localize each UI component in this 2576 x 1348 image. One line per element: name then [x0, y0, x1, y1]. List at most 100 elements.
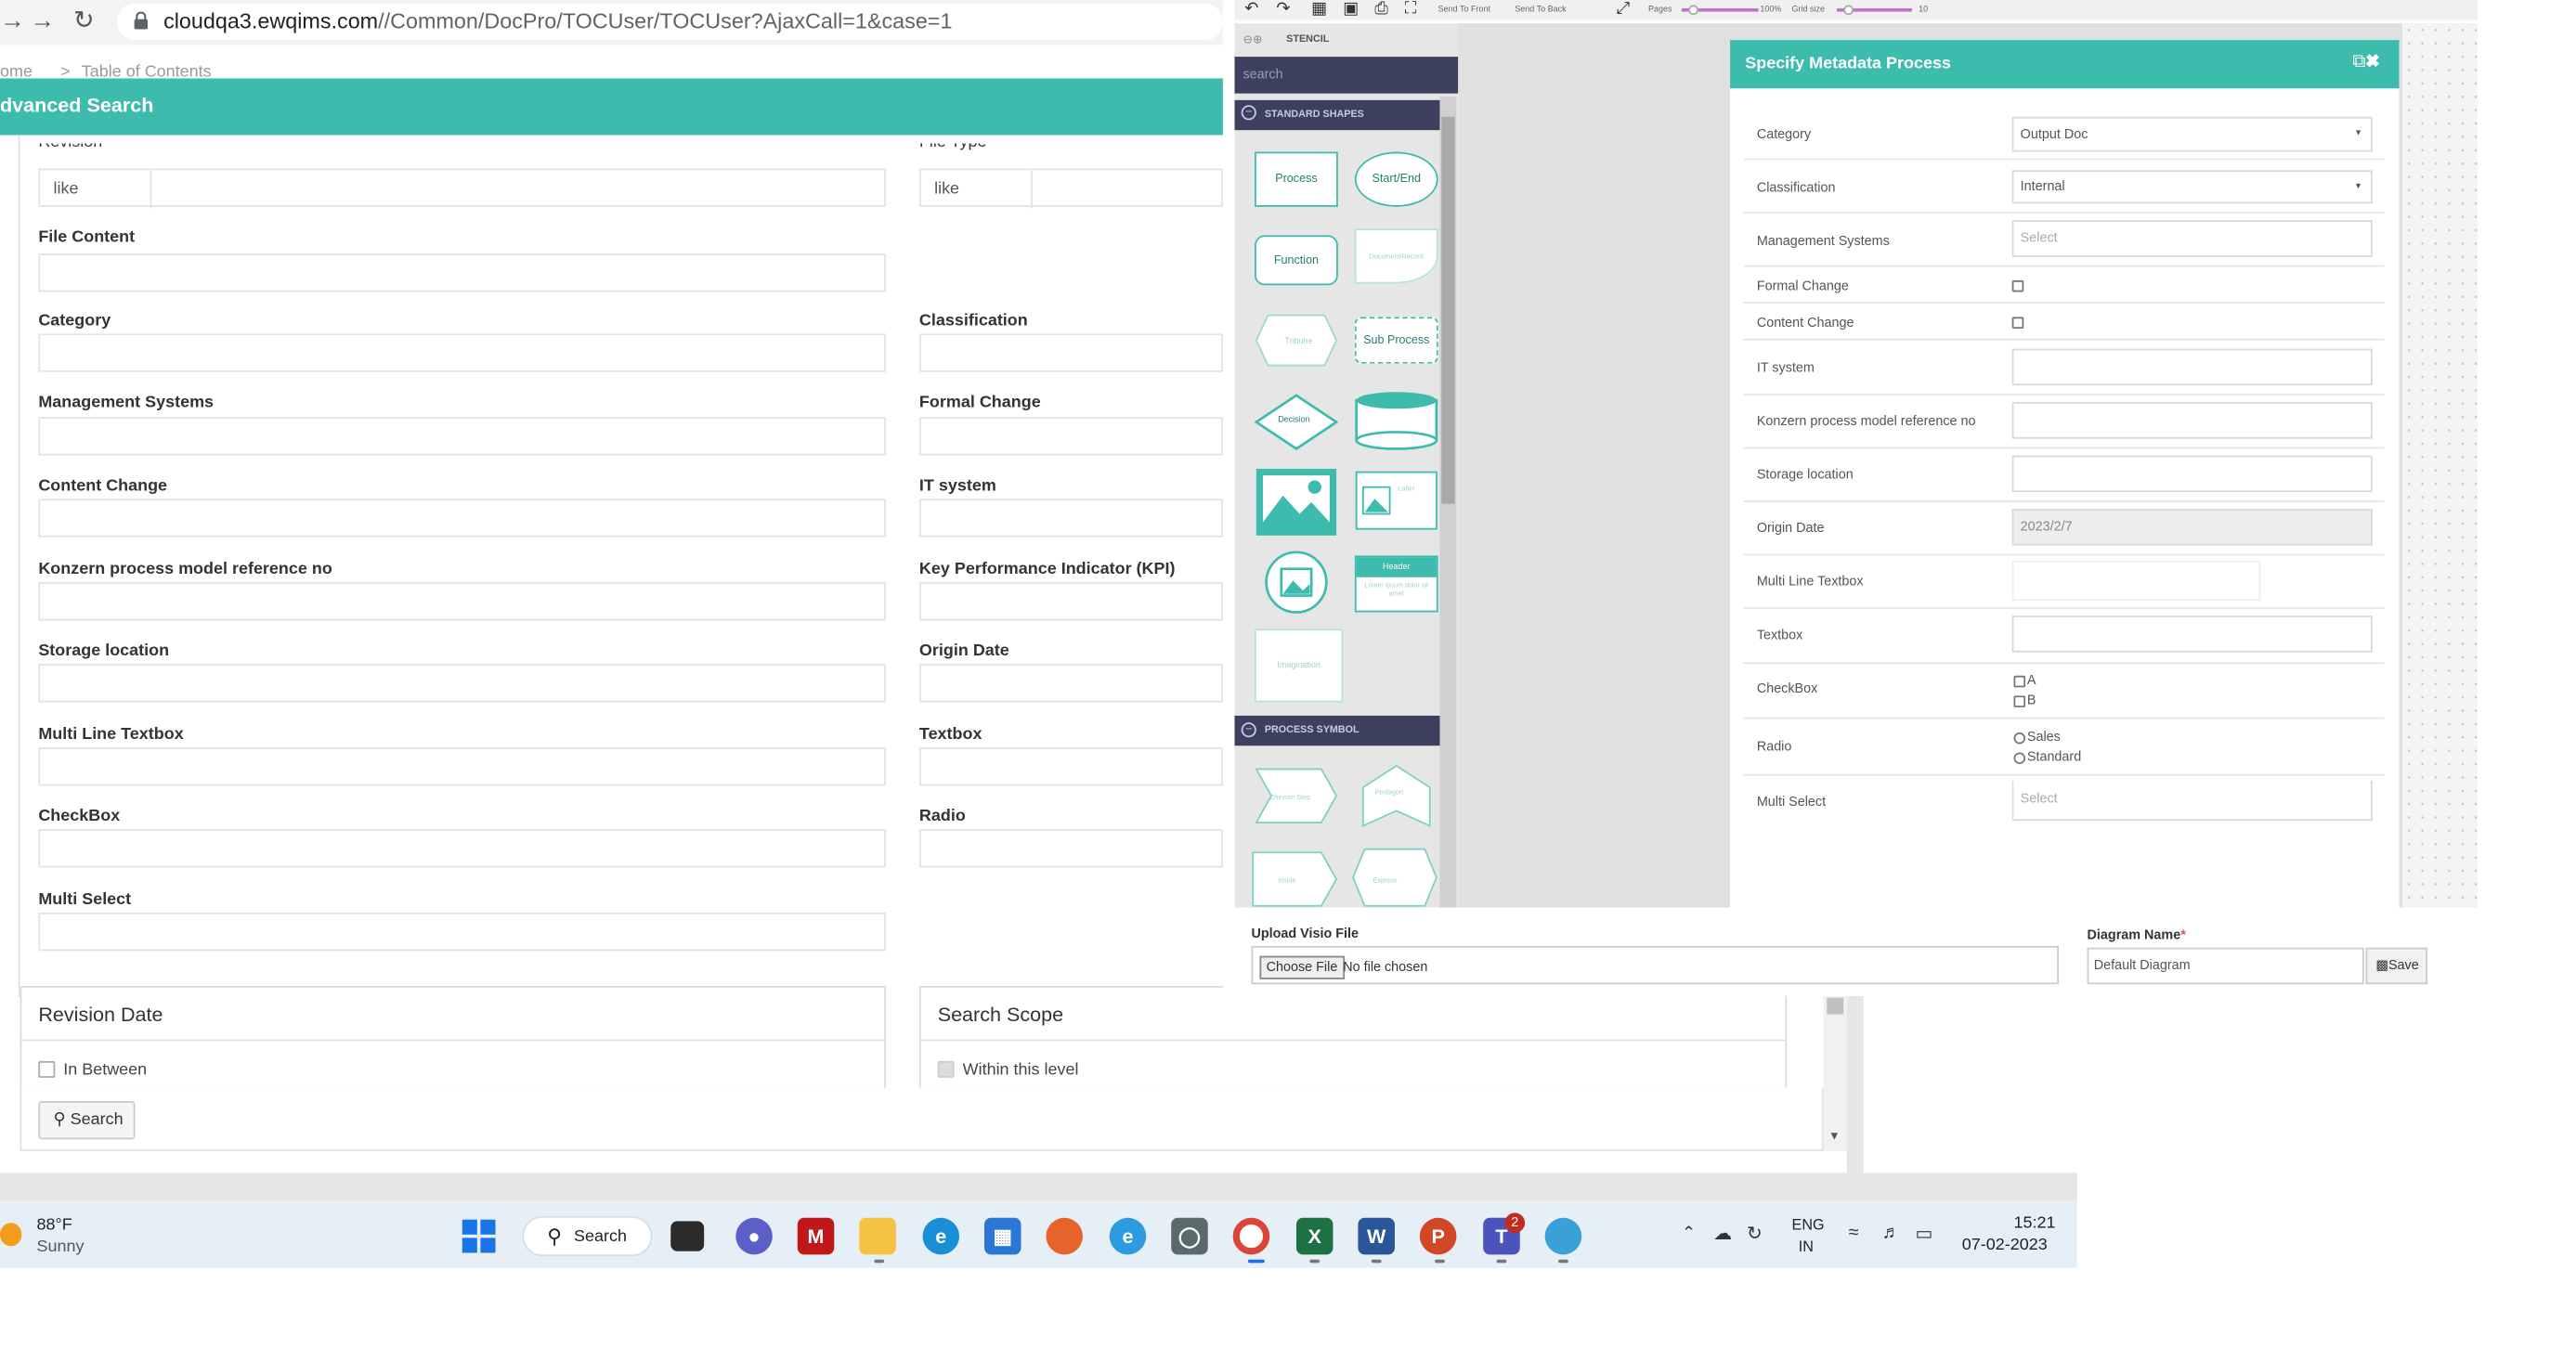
language-bottom[interactable]: IN — [1799, 1238, 1814, 1254]
print-icon[interactable]: ⎙ — [1374, 0, 1387, 19]
it-system-field[interactable] — [2011, 348, 2373, 386]
revision-operator[interactable]: like — [40, 170, 152, 209]
visio-file-input[interactable]: Choose File No file chosen — [1251, 945, 2060, 985]
weather-desc[interactable]: Sunny — [37, 1238, 85, 1256]
choose-file-button[interactable]: Choose File — [1259, 955, 1345, 979]
file-explorer-icon[interactable] — [859, 1217, 896, 1255]
shape-document[interactable]: Document/Record — [1354, 228, 1438, 284]
checkbox-option-a[interactable] — [2013, 675, 2026, 688]
collapse-icon[interactable]: − — [1241, 722, 1256, 738]
content-change-input[interactable] — [38, 499, 886, 538]
management-systems-select[interactable]: Select — [2011, 220, 2373, 257]
weather-temp[interactable]: 88°F — [37, 1216, 72, 1235]
scrollbar-thumb[interactable] — [1827, 997, 1844, 1015]
search-button[interactable]: ⚲ Search — [38, 1101, 136, 1140]
formal-change-checkbox[interactable] — [2011, 279, 2024, 292]
reload-icon[interactable]: ↻ — [73, 6, 95, 36]
konzern-field[interactable] — [2011, 402, 2373, 439]
it-system-input[interactable] — [918, 499, 1223, 538]
content-change-checkbox[interactable] — [2011, 317, 2024, 330]
category-select[interactable]: Output Doc ▼ — [2011, 116, 2373, 152]
store-icon[interactable]: ▦ — [983, 1217, 1021, 1255]
stencil-scrollbar-thumb[interactable] — [1441, 116, 1455, 504]
radio-option-standard[interactable] — [2013, 752, 2026, 765]
shape-start-end[interactable]: Start/End — [1354, 151, 1438, 207]
grid-size-slider-knob[interactable] — [1843, 5, 1854, 16]
battery-icon[interactable]: ▭ — [1915, 1223, 1932, 1245]
word-icon[interactable]: W — [1358, 1217, 1395, 1255]
expand-icon[interactable]: ⧉ — [2352, 52, 2365, 72]
close-icon[interactable]: ✖ — [2365, 52, 2379, 72]
cloud-icon[interactable]: ☁ — [1713, 1223, 1732, 1245]
mcafee-icon[interactable]: M — [797, 1217, 835, 1255]
clock-date[interactable]: 07-02-2023 — [1962, 1237, 2048, 1255]
excel-icon[interactable]: X — [1295, 1217, 1334, 1255]
chrome-icon[interactable] — [1232, 1217, 1270, 1255]
textbox-field[interactable] — [2011, 616, 2373, 653]
multi-select-field[interactable]: Select — [2011, 780, 2373, 822]
multi-select-input[interactable] — [38, 912, 886, 952]
edge-icon[interactable]: e — [922, 1217, 960, 1255]
category-process-symbol[interactable]: PROCESS SYMBOL — [1234, 715, 1440, 746]
shape-header-box[interactable]: Header Lorem ipsum dolor sit amet — [1354, 555, 1438, 613]
scroll-down-icon[interactable]: ▼ — [1828, 1131, 1840, 1143]
send-to-back-button[interactable]: Send To Back — [1515, 5, 1566, 15]
multi-line-textbox-input[interactable] — [38, 747, 886, 786]
checkbox-option-b[interactable] — [2013, 695, 2026, 707]
formal-change-input[interactable] — [918, 417, 1223, 456]
classification-select[interactable]: Internal ▼ — [2011, 170, 2373, 204]
storage-location-field[interactable] — [2011, 455, 2373, 493]
chat-icon[interactable]: ● — [735, 1217, 773, 1255]
zoom-slider-knob[interactable] — [1688, 5, 1698, 16]
radio-field-input[interactable] — [918, 829, 1223, 868]
category-standard-shapes[interactable]: STANDARD SHAPES — [1234, 99, 1440, 131]
edge-beta-icon[interactable]: e — [1109, 1217, 1147, 1255]
save-file-icon[interactable]: ▣ — [1343, 0, 1359, 19]
windows-start-icon[interactable] — [462, 1219, 496, 1253]
app-icon[interactable] — [1544, 1217, 1582, 1255]
save-diagram-button[interactable]: ▩Save — [2365, 947, 2428, 985]
wifi-icon[interactable]: ≈ — [1849, 1223, 1859, 1243]
category-input[interactable] — [38, 333, 886, 372]
in-between-checkbox[interactable] — [38, 1060, 56, 1078]
shape-database[interactable] — [1355, 390, 1438, 450]
collapse-icon[interactable]: − — [1241, 105, 1256, 121]
multi-line-textarea[interactable] — [2011, 560, 2261, 601]
shape-function[interactable]: Function — [1255, 235, 1338, 286]
revision-input[interactable]: like — [38, 168, 886, 209]
sync-icon[interactable]: ↻ — [1747, 1223, 1763, 1245]
classification-input[interactable] — [918, 333, 1223, 372]
storage-location-input[interactable] — [38, 664, 886, 703]
fullscreen-icon[interactable]: ⤢ — [1617, 0, 1630, 19]
powerpoint-icon[interactable]: P — [1419, 1217, 1457, 1255]
checkbox-field-input[interactable] — [38, 829, 886, 868]
stencil-search-input[interactable]: search — [1234, 57, 1459, 94]
shape-process[interactable]: Process — [1255, 151, 1338, 207]
file-content-input[interactable] — [38, 253, 886, 292]
within-level-checkbox[interactable] — [937, 1060, 955, 1078]
radio-option-sales[interactable] — [2013, 732, 2026, 745]
management-systems-input[interactable] — [38, 417, 886, 456]
diagram-name-input[interactable]: Default Diagram — [2087, 947, 2364, 985]
shape-imagination[interactable]: Imagination — [1255, 629, 1344, 703]
chevron-up-icon[interactable]: ⌃ — [1682, 1225, 1696, 1243]
language-top[interactable]: ENG — [1792, 1216, 1825, 1233]
task-view-icon[interactable] — [670, 1221, 705, 1251]
file-type-input[interactable]: like — [918, 168, 1223, 209]
redo-icon[interactable]: ↷ — [1276, 0, 1290, 19]
vpn-icon[interactable]: ◯ — [1171, 1217, 1208, 1255]
volume-icon[interactable]: ♬ — [1882, 1223, 1901, 1243]
taskbar-search[interactable]: ⚲ Search — [522, 1216, 653, 1257]
clock-time[interactable]: 15:21 — [2013, 1214, 2055, 1233]
url-text[interactable]: cloudqa3.ewqims.com//Common/DocPro/TOCUs… — [163, 8, 952, 33]
stencil-collapse-icon[interactable]: ⊖⊕ — [1242, 33, 1262, 47]
kpi-input[interactable] — [918, 582, 1223, 621]
export-icon[interactable]: ▦ — [1311, 0, 1327, 19]
origin-date-input[interactable] — [918, 664, 1223, 703]
scrollbar[interactable] — [1823, 995, 1847, 1151]
shape-sub-process[interactable]: Sub Process — [1354, 317, 1438, 364]
forward-arrow-icon[interactable]: → — [30, 6, 55, 36]
shape-picture[interactable] — [1265, 551, 1328, 614]
firefox-icon[interactable] — [1046, 1217, 1083, 1255]
back-arrow-icon[interactable]: → — [0, 6, 25, 36]
